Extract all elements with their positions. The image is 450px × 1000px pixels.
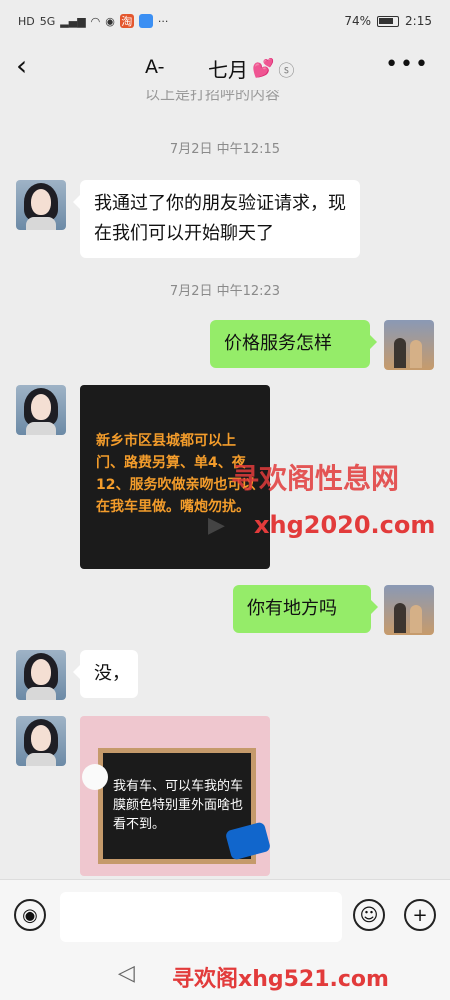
voice-icon[interactable]: ◉: [14, 899, 46, 931]
status-right: 74% 2:15: [344, 14, 432, 28]
message-bubble-me[interactable]: 价格服务怎样: [210, 320, 377, 368]
timestamp: 7月2日 中午12:23: [169, 284, 281, 299]
watermark-text: 寻欢阁性息网: [231, 462, 400, 495]
message-input[interactable]: [60, 892, 342, 942]
network-label: HD: [18, 14, 35, 28]
message-bubble-me[interactable]: 你有地方吗: [233, 585, 378, 633]
more-status-icon: ···: [157, 14, 169, 28]
image-caption: 我有车、可以车我的车膜颜色特别重外面啥也看不到。: [113, 779, 244, 832]
plus-icon[interactable]: +: [404, 899, 436, 931]
arrow-icon: ▶: [208, 513, 225, 538]
chat-title: 七月 💕 ⓢ: [208, 54, 294, 83]
font-size-toggle[interactable]: A-: [145, 56, 164, 78]
avatar-me[interactable]: [384, 585, 434, 635]
message-bubble-other[interactable]: 我通过了你的朋友验证请求，现在我们可以开始聊天了: [73, 180, 360, 258]
image-message[interactable]: 我有车、可以车我的车膜颜色特别重外面啥也看不到。: [80, 716, 270, 876]
battery-percent: 74%: [344, 14, 372, 28]
watermark-url: xhg2020.com: [254, 511, 436, 539]
avatar-me[interactable]: [384, 320, 434, 370]
input-bar: ◉ ☺ +: [0, 879, 450, 951]
hearing-icon[interactable]: ⓢ: [278, 57, 294, 81]
back-icon[interactable]: ‹: [16, 52, 27, 80]
timestamp: 7月2日 中午12:15: [169, 142, 281, 157]
contact-name: 七月: [208, 58, 248, 82]
status-left: HD 5G ▂▄▆ ◠ ◉ 淘 ···: [18, 14, 168, 28]
chat-header: ‹ A- 七月 💕 ⓢ •••: [0, 42, 450, 92]
nav-back-icon[interactable]: ◁: [118, 961, 135, 986]
network-5g-label: 5G: [39, 14, 56, 28]
more-icon[interactable]: •••: [385, 52, 430, 77]
system-nav-bar: ◁ 寻欢阁xhg521.com: [0, 951, 450, 1000]
status-bar: HD 5G ▂▄▆ ◠ ◉ 淘 ··· 74% 2:15: [0, 0, 450, 42]
flower-decoration: [82, 764, 108, 790]
avatar-other[interactable]: [16, 385, 66, 435]
battery-icon: [377, 15, 400, 27]
signal-icon: ▂▄▆: [60, 14, 86, 28]
cloud-icon: [138, 14, 153, 28]
taobao-icon: 淘: [119, 14, 134, 28]
emoji-icon[interactable]: ☺: [353, 899, 385, 931]
avatar-other[interactable]: [16, 716, 66, 766]
app-icon: ◉: [105, 14, 115, 28]
clipped-message: 以上是打招呼的内容: [145, 90, 281, 102]
wifi-icon: ◠: [90, 14, 101, 28]
avatar-other[interactable]: [16, 180, 66, 230]
message-bubble-other[interactable]: 没，: [73, 650, 138, 698]
watermark-bottom: 寻欢阁xhg521.com: [172, 967, 389, 992]
heart-emoji: 💕: [252, 58, 275, 79]
avatar-other[interactable]: [16, 650, 66, 700]
clock: 2:15: [405, 14, 432, 28]
